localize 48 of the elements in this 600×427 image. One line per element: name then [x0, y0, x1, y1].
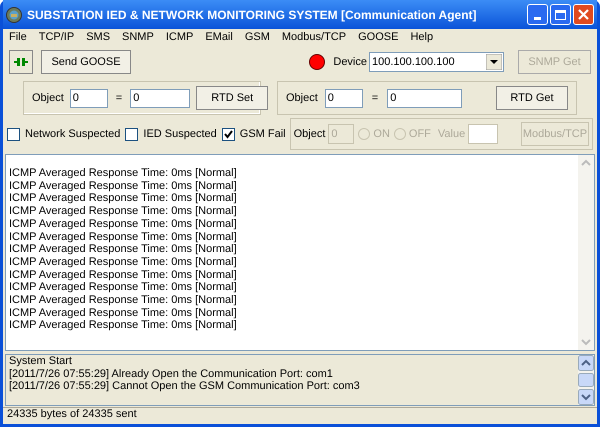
object-label: Object — [294, 126, 326, 142]
object-label: Object — [32, 90, 64, 106]
log-line: ICMP Averaged Response Time: 0ms [Normal] — [9, 256, 238, 269]
checkbox-label[interactable]: IED Suspected — [143, 126, 217, 142]
log-line: ICMP Averaged Response Time: 0ms [Normal] — [9, 180, 238, 192]
log-line: [2011/7/26 07:55:29] Already Open the Communication Port: com1 — [9, 368, 334, 380]
status-text: 24335 bytes of 24335 sent — [7, 407, 137, 422]
log-line: ICMP Averaged Response Time: 0ms [Normal] — [9, 230, 238, 244]
checkbox-label[interactable]: Network Suspected — [25, 126, 120, 142]
menu-item[interactable]: SMS — [86, 28, 110, 46]
log-line: ICMP Averaged Response Time: 0ms [Normal] — [9, 243, 238, 256]
menu-item[interactable]: GSM — [244, 28, 270, 46]
menu-item[interactable]: GOOSE — [358, 28, 398, 46]
radio-label: ON — [373, 126, 390, 142]
send-goose-button[interactable]: Send GOOSE — [41, 50, 131, 74]
log-line: ICMP Averaged Response Time: 0ms [Normal] — [9, 319, 238, 332]
log-line: System Start — [9, 355, 73, 368]
menu-item[interactable]: EMail — [205, 28, 233, 46]
equals-sign: = — [372, 90, 378, 106]
menu-item[interactable]: TCP/IP — [38, 28, 74, 46]
value-field[interactable]: 0 — [130, 88, 190, 108]
device-label: Device — [333, 54, 367, 70]
menu-item[interactable]: ICMP — [166, 28, 194, 46]
menu-item[interactable]: File — [9, 28, 27, 46]
log-line: ICMP Averaged Response Time: 0ms [Normal] — [9, 167, 238, 180]
menu-item[interactable]: SNMP — [122, 28, 154, 46]
object-field[interactable]: 0 — [324, 88, 363, 108]
value-label: Value — [438, 126, 466, 142]
log-line: ICMP Averaged Response Time: 0ms [Normal] — [9, 268, 238, 282]
object-field[interactable]: 0 — [70, 88, 108, 108]
rtd-button[interactable]: RTD Set — [196, 86, 268, 110]
radio-label: OFF — [408, 126, 431, 142]
log-line: ICMP Averaged Response Time: 0ms [Normal] — [9, 192, 238, 206]
menu-item[interactable]: Modbus/TCP — [282, 28, 346, 46]
rtd-button[interactable]: RTD Get — [496, 86, 568, 110]
object-label: Object — [286, 90, 318, 106]
device-dropdown[interactable]: 100.100.100.100 — [369, 52, 504, 72]
log-line: ICMP Averaged Response Time: 0ms [Normal] — [9, 306, 238, 320]
equals-sign: = — [116, 90, 122, 106]
log-line: ICMP Averaged Response Time: 0ms [Normal] — [9, 205, 238, 218]
window-title: SUBSTATION IED & NETWORK MONITORING SYSTEM [Communication Agent] — [27, 6, 478, 24]
value-field[interactable]: 0 — [387, 88, 462, 108]
log-line: ICMP Averaged Response Time: 0ms [Normal] — [9, 294, 238, 307]
log-line: ICMP Averaged Response Time: 0ms [Normal] — [9, 281, 238, 294]
menu-item[interactable]: Help — [410, 28, 434, 46]
checkbox-label[interactable]: GSM Fail — [240, 126, 286, 142]
log-line: [2011/7/26 07:55:29] Cannot Open the GSM Communication Port: com3 — [9, 380, 361, 392]
log-line: ICMP Averaged Response Time: 0ms [Normal] — [9, 218, 238, 231]
